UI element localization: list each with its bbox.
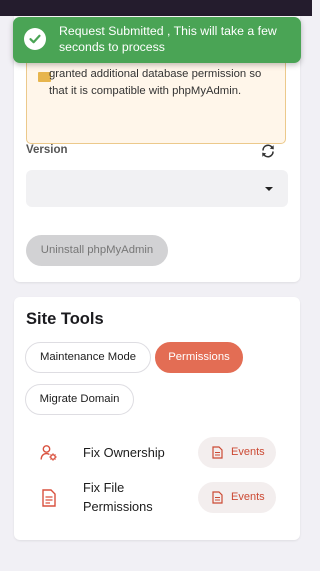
uninstall-phpmyadmin-button[interactable]: Uninstall phpMyAdmin — [26, 235, 168, 266]
events-label: Events — [231, 446, 265, 458]
site-tools-card: Site Tools Maintenance Mode Permissions … — [14, 297, 300, 540]
toast-message: Request Submitted , This will take a few… — [59, 24, 277, 54]
document-icon — [212, 446, 223, 459]
document-icon — [212, 491, 223, 504]
fix-ownership-events-button[interactable]: Events — [198, 437, 276, 468]
site-tools-title: Site Tools — [26, 310, 104, 328]
top-bar — [0, 0, 312, 16]
tab-migrate-domain[interactable]: Migrate Domain — [25, 384, 134, 415]
fix-file-permissions-events-button[interactable]: Events — [198, 482, 276, 513]
version-label: Version — [26, 144, 68, 156]
fix-ownership-label: Fix Ownership — [83, 445, 165, 460]
warning-text: granted additional database permission s… — [49, 68, 262, 97]
refresh-icon[interactable] — [260, 143, 276, 159]
version-select[interactable] — [26, 170, 288, 207]
file-document-icon — [41, 489, 59, 507]
tab-permissions[interactable]: Permissions — [155, 342, 243, 373]
check-circle-icon — [24, 28, 46, 50]
tab-maintenance-mode[interactable]: Maintenance Mode — [25, 342, 151, 373]
fix-file-permissions-label: Fix File Permissions — [83, 480, 153, 514]
user-gear-icon — [40, 444, 58, 462]
chevron-down-icon — [265, 187, 273, 191]
success-toast[interactable]: Request Submitted , This will take a few… — [13, 17, 301, 63]
events-label: Events — [231, 491, 265, 503]
